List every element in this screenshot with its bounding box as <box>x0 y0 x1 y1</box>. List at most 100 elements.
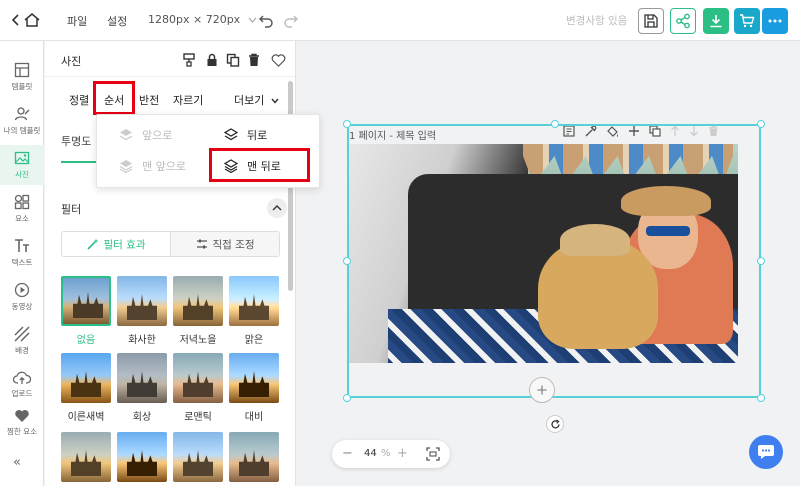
filter-label: 화사한 <box>128 335 156 346</box>
zoom-control: − 44 % + <box>332 440 450 468</box>
resize-handle-right[interactable] <box>757 257 765 265</box>
castle-thumbnail <box>239 371 269 397</box>
filter-label: 저녁노을 <box>179 335 217 346</box>
filter-label: 없음 <box>76 335 96 346</box>
resize-handle-top-left[interactable] <box>343 120 351 128</box>
sliders-icon <box>196 239 207 249</box>
filter-thumb[interactable] <box>173 432 223 482</box>
more-button[interactable] <box>762 8 788 34</box>
filter-thumb-contrast[interactable] <box>229 353 279 403</box>
paint-roller-icon[interactable] <box>182 53 196 67</box>
chevron-down-icon <box>248 17 257 23</box>
filter-thumb[interactable] <box>61 432 111 482</box>
opacity-label: 투명도 <box>61 135 92 148</box>
manual-adjust-tab[interactable]: 직접 조정 <box>171 232 279 256</box>
undo-icon[interactable] <box>258 12 274 28</box>
chevron-up-icon <box>272 205 282 211</box>
home-button[interactable] <box>12 11 46 29</box>
panel-header: 사진 <box>45 41 295 77</box>
settings-menu[interactable]: 설정 <box>107 13 127 29</box>
top-bar: 파일 설정 1280px × 720px 변경사항 있음 <box>0 0 800 41</box>
rail-label: 배경 <box>15 346 29 355</box>
filter-collapse-button[interactable] <box>267 198 287 218</box>
cart-button[interactable] <box>734 8 760 34</box>
collapse-rail-button[interactable]: « <box>13 455 31 470</box>
tab-more[interactable]: 더보기 <box>234 92 279 108</box>
zoom-unit: % <box>381 448 391 459</box>
tab-align[interactable]: 정렬 <box>69 92 89 108</box>
download-button[interactable] <box>703 8 729 34</box>
share-icon <box>676 13 690 29</box>
zoom-out-button[interactable]: − <box>342 446 353 461</box>
rail-item-text[interactable]: 텍스트 <box>0 233 44 273</box>
rail-label: 업로드 <box>11 389 33 398</box>
tab-crop[interactable]: 자르기 <box>173 92 203 108</box>
file-menu[interactable]: 파일 <box>67 13 87 29</box>
filter-title: 필터 <box>61 203 82 216</box>
rail-item-video[interactable]: 동영상 <box>0 277 44 317</box>
castle-thumbnail <box>183 371 213 397</box>
filter-thumb-sunset[interactable] <box>173 276 223 326</box>
canvas-size-select[interactable]: 1280px × 720px <box>148 13 257 26</box>
resize-handle-top[interactable] <box>551 120 559 128</box>
filter-thumb[interactable] <box>117 432 167 482</box>
tab-flip[interactable]: 반전 <box>139 92 159 108</box>
filter-thumb-clear[interactable] <box>229 276 279 326</box>
menu-item-forward[interactable]: 앞으로 <box>119 127 172 143</box>
video-icon <box>14 282 30 298</box>
heart-outline-icon[interactable] <box>271 53 286 68</box>
filter-effect-tab[interactable]: 필터 효과 <box>62 232 171 256</box>
resize-handle-left[interactable] <box>343 257 351 265</box>
resize-handle-top-right[interactable] <box>757 120 765 128</box>
download-icon <box>710 15 722 28</box>
rail-label: 사진 <box>15 170 29 179</box>
filter-thumb-dawn[interactable] <box>61 353 111 403</box>
filter-thumb[interactable] <box>229 432 279 482</box>
filter-label: 대비 <box>244 412 264 423</box>
menu-item-backward[interactable]: 뒤로 <box>224 127 267 143</box>
rail-label: 찜한 요소 <box>7 427 37 436</box>
rail-item-upload[interactable]: 업로드 <box>0 365 44 405</box>
filter-label: 맑은 <box>244 335 264 346</box>
layer-forward-icon <box>119 129 133 141</box>
manual-adjust-label: 직접 조정 <box>212 238 255 251</box>
chat-bubble-icon <box>758 445 774 459</box>
chat-support-button[interactable] <box>749 435 783 469</box>
rail-item-photo[interactable]: 사진 <box>0 145 44 185</box>
castle-thumbnail <box>127 294 157 320</box>
filter-thumb-romantic[interactable] <box>173 353 223 403</box>
rail-item-template[interactable]: 템플릿 <box>0 57 44 97</box>
copy-icon[interactable] <box>226 53 240 67</box>
floppy-icon <box>644 14 658 28</box>
filter-thumb-memory[interactable] <box>117 353 167 403</box>
filter-thumb-none[interactable] <box>61 276 111 326</box>
elements-icon <box>14 194 30 210</box>
rail-item-elements[interactable]: 요소 <box>0 189 44 229</box>
rail-item-favorites[interactable]: 찜한 요소 <box>0 408 44 438</box>
zoom-value[interactable]: 44 <box>364 448 377 459</box>
fit-screen-icon[interactable] <box>426 447 440 461</box>
add-page-button[interactable] <box>529 377 555 403</box>
rail-label: 요소 <box>15 214 29 223</box>
rail-label: 템플릿 <box>11 82 33 91</box>
menu-item-to-front-label: 맨 앞으로 <box>142 160 186 173</box>
more-dots-icon <box>768 19 782 23</box>
castle-thumbnail <box>73 292 103 318</box>
menu-item-to-front[interactable]: 맨 앞으로 <box>119 158 186 174</box>
share-button[interactable] <box>670 8 696 34</box>
resize-handle-bottom-right[interactable] <box>757 394 765 402</box>
rail-item-background[interactable]: 배경 <box>0 321 44 361</box>
redo-icon[interactable] <box>283 12 299 28</box>
resize-handle-bottom-left[interactable] <box>343 394 351 402</box>
rotate-handle[interactable] <box>546 415 564 433</box>
filter-thumb-bright[interactable] <box>117 276 167 326</box>
zoom-in-button[interactable]: + <box>397 446 408 461</box>
lock-icon[interactable] <box>205 53 219 67</box>
tab-more-label: 더보기 <box>234 94 265 107</box>
filter-label: 이른새벽 <box>67 412 105 423</box>
save-status: 변경사항 있음 <box>566 15 628 27</box>
trash-icon[interactable] <box>247 53 261 67</box>
rail-item-my-template[interactable]: 나의 템플릿 <box>0 101 44 141</box>
save-button[interactable] <box>638 8 664 34</box>
background-icon <box>14 326 30 342</box>
